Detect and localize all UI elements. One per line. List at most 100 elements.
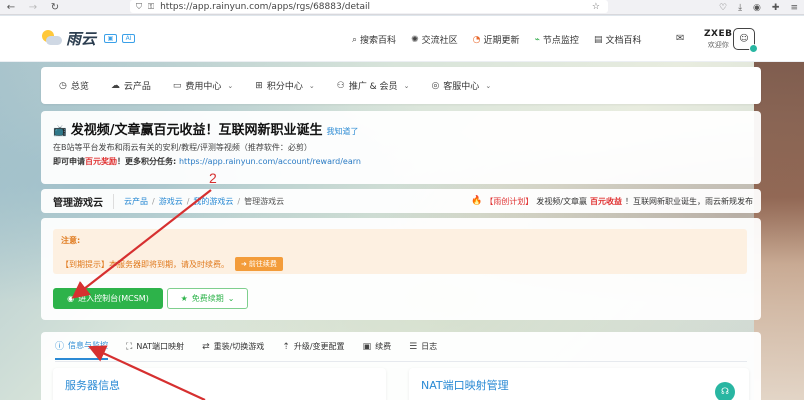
- billing-icon: ▭: [172, 80, 182, 91]
- forward-arrow-icon[interactable]: →: [22, 0, 44, 15]
- tv-icon: 📺: [53, 124, 67, 137]
- tab-upgrade[interactable]: ⇡ 升级/变更配置: [282, 339, 344, 360]
- reward-link[interactable]: https://app.rainyun.com/account/reward/e…: [179, 157, 361, 166]
- network-icon: ⛶: [126, 341, 133, 352]
- chevron-down-icon: ⌄: [403, 81, 410, 90]
- server-tabs-panel: ⓘ 信息与监控 ⛶ NAT端口映射 ⇄ 重装/切换游戏 ⇡ 升级/变更配置 ▣ …: [41, 332, 761, 400]
- chevron-down-icon: ⌄: [308, 81, 315, 90]
- dismiss-link[interactable]: 我知道了: [326, 126, 358, 137]
- back-arrow-icon[interactable]: ←: [0, 0, 22, 15]
- chevron-down-icon: ⌄: [227, 81, 234, 90]
- main-menu: ◷ 总览 ☁ 云产品 ▭ 费用中心 ⌄ ⊞ 积分中心 ⌄ ⚇ 推广 & 会员 ⌄…: [41, 67, 761, 104]
- mail-icon[interactable]: ✉: [676, 33, 684, 44]
- tab-divider: [55, 361, 747, 362]
- pocket-icon[interactable]: ♡: [719, 3, 727, 13]
- background-character: [754, 62, 804, 400]
- account-icon[interactable]: ◉: [753, 3, 761, 13]
- star-icon: ★: [180, 294, 188, 303]
- ai-badge-icon[interactable]: AI: [122, 34, 136, 43]
- search-icon: ⌕: [352, 34, 358, 45]
- arrow-right-icon: ➜: [241, 260, 247, 268]
- expiry-notice: 注意: 【到期提示】本服务器即将到期，请及时续费。 ➜ 前往续费: [53, 229, 747, 274]
- reload-icon[interactable]: ↻: [44, 0, 66, 15]
- extension-icon[interactable]: ✚: [772, 3, 780, 13]
- user-info[interactable]: ZXEB 欢迎你: [704, 29, 732, 50]
- avatar-status-dot: [749, 44, 758, 53]
- wallet-icon: ▣: [362, 341, 372, 352]
- breadcrumb-current: 管理游戏云: [244, 196, 285, 206]
- gift-icon: ⊞: [255, 80, 263, 91]
- renew-button[interactable]: ➜ 前往续费: [235, 257, 283, 271]
- annotation-step-number: 2: [209, 170, 217, 186]
- user-name: ZXEB: [704, 29, 733, 39]
- menu-item-promotion[interactable]: ⚇ 推广 & 会员 ⌄: [336, 79, 410, 93]
- menu-icon[interactable]: ≡: [790, 3, 798, 13]
- dashboard-icon: ◷: [59, 80, 67, 91]
- nav-docs[interactable]: ▤ 文档百科: [593, 33, 642, 47]
- nat-mapping-title: NAT端口映射管理: [421, 379, 509, 392]
- user-greeting: 欢迎你: [707, 41, 729, 49]
- update-icon: ◔: [472, 34, 481, 45]
- enter-console-button[interactable]: ◉ 进入控制台(MCSM): [53, 288, 163, 309]
- top-nav: ⌕ 搜索百科 ✺ 交流社区 ◔ 近期更新 ⌁ 节点监控 ▤ 文档百科: [352, 33, 642, 47]
- announcement-text: 在B站等平台发布和雨云有关的安利/教程/评测等视频（推荐软件：必剪）: [53, 143, 312, 152]
- address-bar[interactable]: ⛉ ⚿ https://app.rainyun.com/apps/rgs/688…: [130, 0, 608, 13]
- notice-heading: 注意:: [61, 236, 81, 245]
- shield-icon: ⛉: [136, 1, 142, 11]
- document-icon: ▤: [593, 34, 603, 45]
- menu-item-cloud-products[interactable]: ☁ 云产品: [110, 79, 151, 93]
- browser-toolbar-right: ♡ ⤓ ◉ ✚ ≡: [719, 0, 798, 15]
- tab-renew[interactable]: ▣ 续费: [363, 339, 392, 360]
- fire-icon: 🔥: [471, 196, 483, 206]
- download-icon[interactable]: ⤓: [738, 3, 742, 13]
- menu-item-support[interactable]: ◎ 客服中心 ⌄: [431, 79, 492, 93]
- server-info-title: 服务器信息: [65, 379, 120, 392]
- announcement-reward-line: 即可申请百元奖励！更多积分任务: https://app.rainyun.com…: [53, 157, 361, 166]
- nav-search-wiki[interactable]: ⌕ 搜索百科: [352, 33, 396, 47]
- lock-icon: ⚿: [148, 1, 155, 11]
- community-icon: ✺: [411, 34, 419, 45]
- breadcrumb: 云产品 / 游戏云 / 我的游戏云 / 管理游戏云: [124, 196, 285, 207]
- browser-toolbar: ← → ↻ ⛉ ⚿ https://app.rainyun.com/apps/r…: [0, 0, 804, 15]
- tab-logs[interactable]: ☰ 日志: [409, 339, 437, 360]
- menu-item-billing[interactable]: ▭ 费用中心 ⌄: [172, 79, 234, 93]
- site-header: 雨云 ▣ AI ⌕ 搜索百科 ✺ 交流社区 ◔ 近期更新 ⌁ 节点监控 ▤ 文档…: [0, 16, 804, 62]
- site-logo[interactable]: 雨云 ▣ AI: [40, 28, 136, 49]
- nav-community[interactable]: ✺ 交流社区: [411, 33, 458, 47]
- chevron-down-icon: ⌄: [227, 294, 235, 303]
- headset-icon: ◎: [431, 80, 440, 91]
- bookmark-star-icon[interactable]: ☆: [592, 2, 600, 12]
- tab-bar: ⓘ 信息与监控 ⛶ NAT端口映射 ⇄ 重装/切换游戏 ⇡ 升级/变更配置 ▣ …: [55, 339, 437, 360]
- breadcrumb-cloud-products[interactable]: 云产品: [124, 196, 148, 207]
- server-action-panel: 注意: 【到期提示】本服务器即将到期，请及时续费。 ➜ 前往续费 ◉ 进入控制台…: [41, 218, 761, 320]
- users-icon: ⚇: [336, 80, 345, 91]
- console-icon: ◉: [67, 294, 75, 303]
- support-headset-icon[interactable]: ☊: [715, 382, 735, 400]
- info-icon: ⓘ: [55, 342, 65, 352]
- image-badge-icon[interactable]: ▣: [104, 34, 118, 43]
- page-title: 管理游戏云: [53, 193, 114, 209]
- breadcrumb-bar: 管理游戏云 云产品 / 游戏云 / 我的游戏云 / 管理游戏云 🔥 【雨创计划】…: [41, 189, 761, 213]
- monitor-icon: ⌁: [534, 34, 540, 45]
- announcement-title: 发视频/文章赢百元收益！互联网新职业诞生: [70, 123, 323, 138]
- url-text: https://app.rainyun.com/apps/rgs/68883/d…: [160, 1, 371, 12]
- breadcrumb-game-cloud[interactable]: 游戏云: [159, 196, 183, 207]
- upgrade-icon: ⇡: [282, 341, 290, 352]
- logo-text: 雨云: [66, 30, 97, 48]
- promo-notice[interactable]: 🔥 【雨创计划】 发视频/文章赢 百元收益 ！互联网新职业诞生，雨云新规发布: [471, 196, 753, 207]
- server-info-card: 服务器信息: [53, 368, 386, 400]
- menu-item-overview[interactable]: ◷ 总览: [59, 79, 89, 93]
- announcement-banner: 📺 发视频/文章赢百元收益！互联网新职业诞生 我知道了 在B站等平台发布和雨云有…: [41, 111, 761, 184]
- tab-reinstall[interactable]: ⇄ 重装/切换游戏: [202, 339, 264, 360]
- nav-updates[interactable]: ◔ 近期更新: [472, 33, 520, 47]
- tab-nat-mapping[interactable]: ⛶ NAT端口映射: [126, 339, 184, 360]
- chevron-down-icon: ⌄: [485, 81, 492, 90]
- free-renew-button[interactable]: ★ 免费续期 ⌄: [167, 288, 248, 309]
- nav-node-monitor[interactable]: ⌁ 节点监控: [534, 33, 579, 47]
- tab-info-monitor[interactable]: ⓘ 信息与监控: [55, 339, 109, 360]
- list-icon: ☰: [409, 341, 418, 352]
- breadcrumb-my-game-cloud[interactable]: 我的游戏云: [193, 196, 233, 207]
- swap-icon: ⇄: [202, 341, 210, 352]
- cloud-icon: ☁: [110, 80, 120, 91]
- menu-item-points[interactable]: ⊞ 积分中心 ⌄: [255, 79, 315, 93]
